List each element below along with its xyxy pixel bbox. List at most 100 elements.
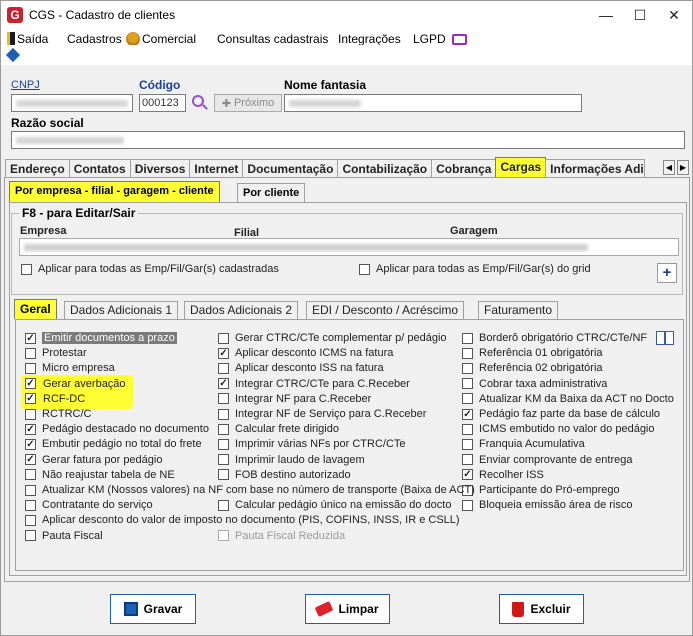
option-checkbox[interactable]: ✓ Gerar averbação (25, 377, 127, 391)
option-checkbox[interactable]: Gerar CTRC/CTe complementar p/ pedágio (218, 331, 447, 345)
unchecked-checkbox-icon (462, 454, 473, 466)
tabs-scroll-right-button[interactable]: ▶ (677, 160, 689, 175)
tab-cobranca[interactable]: Cobrança (431, 159, 497, 178)
inner-tab-dados-adicionais-1[interactable]: Dados Adicionais 1 (64, 301, 179, 319)
option-checkbox[interactable]: ✓ Aplicar desconto ICMS na fatura (218, 346, 393, 360)
diamond-icon[interactable] (5, 47, 21, 63)
main-window: G CGS - Cadastro de clientes — ☐ ✕ Saída… (0, 0, 693, 636)
option-checkbox[interactable]: ✓ Recolher ISS (462, 468, 544, 482)
plus-icon: ✚ (221, 97, 231, 110)
toolbar-row (1, 45, 692, 65)
option-label: Calcular pedágio único na emissão do doc… (235, 499, 452, 512)
option-checkbox[interactable]: Franquia Acumulativa (462, 437, 585, 451)
option-checkbox[interactable]: ✓ Pedágio destacado no documento (25, 422, 209, 436)
coins-icon (126, 32, 140, 46)
option-checkbox[interactable]: Cobrar taxa administrativa (462, 377, 607, 391)
option-checkbox[interactable]: Atualizar KM da Baixa da ACT no Docto (462, 392, 674, 406)
option-label: Borderô obrigatório CTRC/CTe/NF (479, 332, 648, 344)
proximo-button[interactable]: ✚ Próximo (214, 94, 282, 112)
excluir-button[interactable]: Excluir (499, 594, 584, 624)
apply-all-checkbox[interactable]: Aplicar para todas as Emp/Fil/Gar(s) cad… (21, 262, 279, 276)
option-label: Emitir documentos a prazo (42, 332, 177, 344)
option-checkbox[interactable]: Contratante do serviço (25, 498, 153, 512)
option-label: Aplicar desconto ISS na fatura (235, 362, 384, 375)
unchecked-checkbox-icon (218, 393, 229, 405)
option-label: Pauta Fiscal Reduzida (235, 529, 346, 542)
cnpj-label[interactable]: CNPJ (11, 79, 40, 91)
option-checkbox[interactable]: Pauta Fiscal (25, 529, 103, 543)
option-checkbox[interactable]: Referência 02 obrigatória (462, 361, 603, 375)
maximize-button[interactable]: ☐ (625, 5, 655, 25)
limpar-button[interactable]: Limpar (305, 594, 390, 624)
minimize-button[interactable]: — (591, 5, 621, 25)
tabs-scroll-left-button[interactable]: ◀ (663, 160, 675, 175)
tab-documentacao[interactable]: Documentação (242, 159, 339, 178)
inner-tab-edi-desconto-acrescimo[interactable]: EDI / Desconto / Acréscimo (306, 301, 465, 319)
option-checkbox[interactable]: Enviar comprovante de entrega (462, 453, 632, 467)
option-checkbox[interactable]: Calcular frete dirigido (218, 422, 339, 436)
option-checkbox[interactable]: Participante do Pró-emprego (462, 483, 620, 497)
inner-tab-faturamento[interactable]: Faturamento (478, 301, 559, 319)
option-label: Integrar NF para C.Receber (235, 392, 372, 405)
unchecked-checkbox-icon (218, 362, 229, 374)
checked-checkbox-icon: ✓ (462, 408, 473, 420)
option-checkbox[interactable]: RCTRC/C (25, 407, 92, 421)
unchecked-checkbox-icon (25, 499, 36, 511)
option-checkbox[interactable]: ✓ RCF-DC (25, 392, 87, 406)
checked-checkbox-icon: ✓ (25, 393, 36, 405)
option-label: Referência 01 obrigatória (479, 347, 603, 360)
inner-tab-dados-adicionais-2[interactable]: Dados Adicionais 2 (184, 301, 299, 319)
option-label: Protestar (42, 347, 87, 360)
tab-informacoes-adicionais[interactable]: Informações Adi (545, 159, 646, 178)
add-button[interactable]: + (657, 263, 677, 283)
option-checkbox[interactable]: ICMS embutido no valor do pedágio (462, 422, 655, 436)
gravar-button[interactable]: Gravar (110, 594, 196, 624)
option-checkbox[interactable]: ✓ Pedágio faz parte da base de cálculo (462, 407, 660, 421)
book-icon[interactable] (656, 331, 674, 345)
option-checkbox[interactable]: ✓ Embutir pedágio no total do frete (25, 437, 202, 451)
option-label: Pedágio destacado no documento (42, 423, 209, 436)
razao-social-label: Razão social (11, 116, 84, 130)
option-label: Gerar fatura por pedágio (42, 453, 163, 466)
apply-grid-checkbox[interactable]: Aplicar para todas as Emp/Fil/Gar(s) do … (359, 262, 591, 276)
option-checkbox[interactable]: Referência 01 obrigatória (462, 346, 603, 360)
option-checkbox[interactable]: Imprimir laudo de lavagem (218, 453, 365, 467)
tab-cargas[interactable]: Cargas (495, 157, 547, 178)
option-checkbox[interactable]: Micro empresa (25, 361, 115, 375)
razao-social-field[interactable] (11, 131, 685, 149)
option-checkbox[interactable]: Integrar NF para C.Receber (218, 392, 371, 406)
tab-contatos[interactable]: Contatos (68, 159, 131, 178)
inner-tab-geral[interactable]: Geral (14, 299, 57, 319)
option-checkbox[interactable]: Protestar (25, 346, 87, 360)
option-checkbox[interactable]: FOB destino autorizado (218, 468, 351, 482)
option-checkbox[interactable]: ✓ Gerar fatura por pedágio (25, 453, 162, 467)
option-checkbox[interactable]: Bloqueia emissão área de risco (462, 498, 632, 512)
eraser-icon (315, 601, 334, 617)
option-checkbox[interactable]: ✓ Integrar CTRC/CTe para C.Receber (218, 377, 410, 391)
close-button[interactable]: ✕ (659, 5, 689, 25)
option-checkbox[interactable]: Não reajustar tabela de NE (25, 468, 175, 482)
option-checkbox[interactable]: Borderô obrigatório CTRC/CTe/NF (462, 331, 647, 345)
option-checkbox[interactable]: ✓ Emitir documentos a prazo (25, 331, 177, 345)
option-label: Gerar averbação (42, 377, 127, 390)
unchecked-checkbox-icon (218, 438, 229, 450)
option-checkbox[interactable]: Atualizar KM (Nossos valores) na NF com … (25, 483, 475, 497)
option-checkbox[interactable]: Imprimir várias NFs por CTRC/CTe (218, 437, 406, 451)
tab-internet[interactable]: Internet (189, 159, 244, 178)
tab-endereco[interactable]: Endereço (5, 159, 70, 178)
tab-contabilizacao[interactable]: Contabilização (337, 159, 433, 178)
option-checkbox[interactable]: Integrar NF de Serviço para C.Receber (218, 407, 426, 421)
group-label: F8 - para Editar/Sair (19, 206, 139, 220)
subtab-por-empresa[interactable]: Por empresa - filial - garagem - cliente (9, 181, 220, 203)
option-checkbox[interactable]: Aplicar desconto ISS na fatura (218, 361, 384, 375)
option-checkbox[interactable]: Aplicar desconto do valor de imposto no … (25, 513, 460, 527)
emp-fil-gar-grid-row[interactable] (19, 238, 679, 256)
tab-diversos[interactable]: Diversos (129, 159, 191, 178)
codigo-field[interactable]: 000123 (139, 94, 186, 112)
checked-checkbox-icon: ✓ (25, 438, 36, 450)
subtab-por-cliente[interactable]: Por cliente (237, 183, 306, 203)
cnpj-field[interactable] (11, 94, 133, 112)
option-checkbox[interactable]: Calcular pedágio único na emissão do doc… (218, 498, 451, 512)
option-checkbox[interactable]: Pauta Fiscal Reduzida (218, 529, 345, 543)
nome-fantasia-field[interactable] (284, 94, 582, 112)
